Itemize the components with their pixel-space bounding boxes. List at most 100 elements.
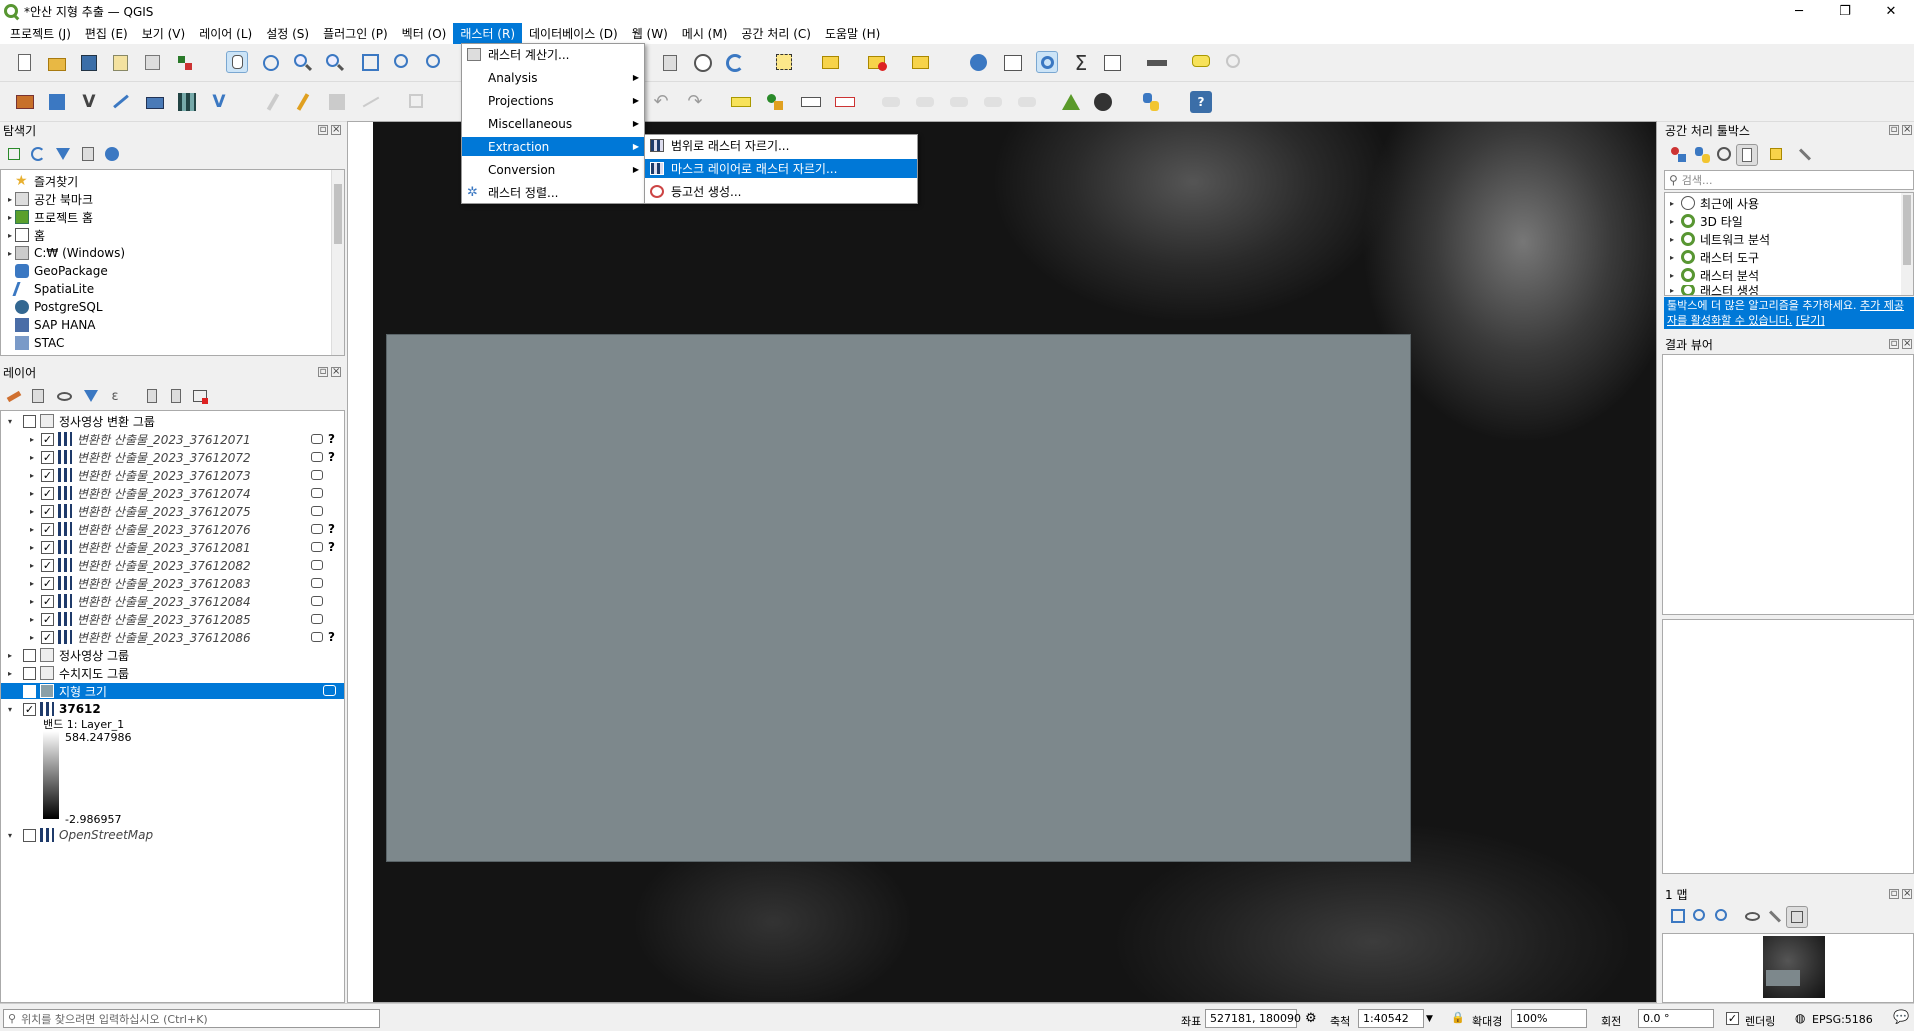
zoom-layer-overview-icon[interactable] [1712,906,1734,928]
browser-item-geopackage[interactable]: GeoPackage [5,263,108,279]
close-toolbox-icon[interactable]: × [1902,125,1912,135]
overview-map[interactable] [1662,933,1914,1003]
terrain-icon[interactable] [1060,91,1082,113]
embedded-layer-indicator-icon[interactable] [311,506,323,516]
layer-converted-output[interactable]: ▸ ✓ 변환한 산출물_2023_37612084 [5,593,341,609]
scripts-icon[interactable] [1692,144,1714,166]
style-manager-icon[interactable] [174,52,196,74]
save-edits-icon[interactable] [326,91,348,113]
browser-item-stac[interactable]: STAC [5,335,64,351]
menu-item-conversion[interactable]: Conversion ▶ [462,160,644,179]
layer-visibility-checkbox[interactable]: ✓ [41,594,54,608]
layout-manager-icon[interactable] [142,52,164,74]
layer-group-digital-map[interactable]: ▸ 수치지도 그룹 [5,665,129,681]
toolbox-item-raster-analysis[interactable]: ▸ 래스터 분석 [1667,267,1759,283]
layer-raster-37612[interactable]: ▾ ✓ 37612 [5,701,101,717]
pin-labels-icon[interactable] [800,91,822,113]
toggle-extent-icon[interactable]: ⚙ [1305,1011,1317,1026]
menu-item-projections[interactable]: Projections ▶ [462,91,644,110]
magnifier-field[interactable]: 100% [1511,1009,1587,1028]
add-polygon-icon[interactable] [406,91,428,113]
select-by-value-icon[interactable] [820,52,842,74]
temporal-controller-icon[interactable] [692,52,714,74]
zoom-full-overview-icon[interactable] [1668,906,1690,928]
layer-visibility-checkbox[interactable]: ✓ [41,612,54,626]
toolbox-item-raster-creation[interactable]: ▸ 래스터 생성 [1667,285,1759,295]
rotation-field[interactable]: 0.0 ° [1638,1009,1714,1028]
coordinate-field[interactable]: 527181, 180090 [1205,1009,1301,1028]
zoom-to-layer-icon[interactable] [424,52,446,74]
menu-database[interactable]: 데이터베이스 (D) [522,23,625,44]
history-icon[interactable] [1714,144,1736,166]
deselect-icon[interactable] [866,52,888,74]
layer-visibility-checkbox[interactable]: ✓ [41,540,54,554]
toggle-editing-icon[interactable] [292,91,314,113]
layer-group-ortho[interactable]: ▸ 정사영상 그룹 [5,647,129,663]
menu-processing[interactable]: 공간 처리 (C) [734,23,818,44]
edit-pencil-icon[interactable] [262,91,284,113]
browser-item-c-drive[interactable]: ▸ C:₩ (Windows) [5,245,125,261]
overview-options-icon[interactable] [1764,906,1786,928]
menu-help[interactable]: 도움말 (H) [818,23,887,44]
map-tips-icon[interactable] [1190,52,1212,74]
locator-search-input[interactable]: ⚲ 위치를 찾으려면 입력하십시오 (Ctrl+K) [3,1009,380,1028]
zoom-to-selection-icon[interactable] [392,52,414,74]
pan-to-selection-icon[interactable] [260,52,282,74]
add-raster-layer-icon[interactable] [176,91,198,113]
embedded-layer-indicator-icon[interactable] [311,452,323,462]
zoom-in-icon[interactable] [292,52,314,74]
filter-legend-icon[interactable] [80,386,102,408]
layer-converted-output[interactable]: ▸ ✓ 변환한 산출물_2023_37612075 [5,503,341,519]
statistics-icon[interactable]: Σ [1070,52,1092,74]
embedded-layer-indicator-icon[interactable] [311,632,323,642]
menu-item-raster-calculator[interactable]: 래스터 계산기... [462,45,644,64]
close-overview-icon[interactable]: × [1902,889,1912,899]
save-project-icon[interactable] [78,52,100,74]
highlight-labels-icon[interactable] [834,91,856,113]
processing-toolbox-icon[interactable] [1036,51,1058,73]
plugin-globe-icon[interactable] [1092,91,1114,113]
float-toolbox-icon[interactable]: ▫ [1889,125,1899,135]
browser-item-home[interactable]: ▸ 홈 [5,227,45,243]
layer-converted-output[interactable]: ▸ ✓ 변환한 산출물_2023_37612081? [5,539,341,555]
messages-icon[interactable]: 💬 [1893,1010,1909,1025]
results-icon[interactable] [1736,144,1758,166]
float-layers-panel-icon[interactable]: ▫ [318,367,328,377]
zoom-selection-overview-icon[interactable] [1690,906,1712,928]
scale-dropdown-icon[interactable]: ▼ [1426,1014,1433,1024]
open-layer-styling-icon[interactable] [4,386,26,408]
close-layers-panel-icon[interactable]: × [331,367,341,377]
missing-source-indicator-icon[interactable]: ? [328,630,335,644]
toolbox-item-recent[interactable]: ▸ 최근에 사용 [1667,195,1759,211]
add-group-icon[interactable] [28,386,50,408]
embedded-layer-indicator-icon[interactable] [311,614,323,624]
new-project-icon[interactable] [14,52,36,74]
help-icon[interactable]: ? [1190,91,1212,113]
missing-source-indicator-icon[interactable]: ? [328,450,335,464]
layer-visibility-checkbox[interactable]: ✓ [41,576,54,590]
embedded-layer-indicator-icon[interactable] [311,470,323,480]
scale-field[interactable]: 1:40542 [1358,1009,1424,1028]
menu-plugins[interactable]: 플러그인 (P) [316,23,395,44]
menu-item-clip-by-mask[interactable]: 마스크 레이어로 래스터 자르기... [645,159,917,178]
change-label-icon[interactable] [948,91,970,113]
menu-settings[interactable]: 설정 (S) [259,23,316,44]
locator-icon[interactable] [1224,52,1246,74]
move-label-icon[interactable] [880,91,902,113]
layer-selected-terrain[interactable]: ✓ 지형 크기 [1,683,344,699]
new-geopackage-layer-icon[interactable] [46,91,68,113]
embedded-layer-indicator-icon[interactable] [311,434,323,444]
open-project-icon[interactable] [46,52,68,74]
expand-all-icon[interactable] [142,386,164,408]
edit-features-in-place-icon[interactable] [1766,144,1788,166]
crs-button[interactable]: EPSG:5186 [1812,1013,1873,1026]
layer-converted-output[interactable]: ▸ ✓ 변환한 산출물_2023_37612072? [5,449,341,465]
models-icon[interactable] [1668,144,1690,166]
float-results-icon[interactable]: ▫ [1889,339,1899,349]
menu-item-clip-by-extent[interactable]: 범위로 래스터 자르기... [645,136,917,155]
embedded-layer-indicator-icon[interactable] [311,578,323,588]
menu-project[interactable]: 프로젝트 (J) [3,23,78,44]
menu-layer[interactable]: 레이어 (L) [192,23,259,44]
close-button[interactable]: ✕ [1868,0,1914,22]
show-hide-labels-icon[interactable] [982,91,1004,113]
